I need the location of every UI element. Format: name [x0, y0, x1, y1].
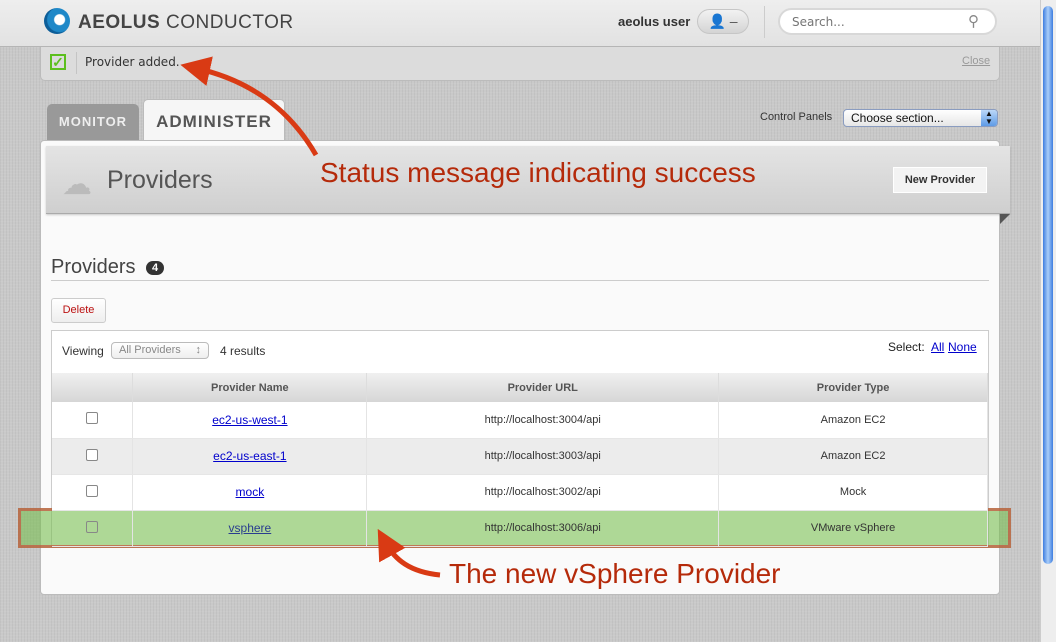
filter-select[interactable]: All Providers ↕ — [111, 342, 209, 359]
user-menu-button[interactable]: 👤 – — [697, 9, 749, 34]
table-header-row: Provider Name Provider URL Provider Type — [52, 373, 988, 402]
provider-url: http://localhost:3002/api — [366, 474, 720, 511]
provider-url: http://localhost:3003/api — [366, 438, 720, 475]
provider-link[interactable]: ec2-us-west-1 — [212, 413, 287, 427]
tab-monitor[interactable]: MONITOR — [47, 104, 139, 140]
table-row: vsphere http://localhost:3006/api VMware v… — [52, 510, 988, 547]
provider-link[interactable]: ec2-us-east-1 — [213, 449, 286, 463]
select-arrows-icon: ▲ ▼ — [981, 110, 997, 126]
control-panels-select[interactable]: Choose section... ▲ ▼ — [843, 109, 998, 127]
column-header-url[interactable]: Provider URL — [366, 373, 720, 402]
count-badge: 4 — [146, 261, 165, 275]
column-header-select — [52, 373, 134, 402]
select-all-link[interactable]: All — [931, 340, 944, 354]
close-link[interactable]: Close — [962, 55, 990, 67]
providers-table: Provider Name Provider URL Provider Type… — [52, 373, 988, 547]
row-checkbox[interactable] — [86, 484, 99, 497]
divider — [764, 6, 765, 38]
results-count: 4 results — [220, 344, 266, 358]
status-message: Provider added. — [85, 55, 180, 69]
provider-link[interactable]: vsphere — [229, 521, 272, 535]
column-header-type[interactable]: Provider Type — [718, 373, 988, 402]
brand-name: AEOLUS CONDUCTOR — [78, 12, 294, 33]
table-row: ec2-us-west-1 http://localhost:3004/api Am… — [52, 402, 988, 439]
chevron-down-icon: – — [729, 13, 738, 29]
provider-type: VMware vSphere — [718, 510, 988, 547]
provider-type: Amazon EC2 — [718, 402, 988, 439]
provider-type: Mock — [718, 474, 988, 511]
ribbon-fold — [1000, 214, 1010, 224]
provider-type: Amazon EC2 — [718, 438, 988, 475]
user-icon: 👤 — [708, 13, 726, 29]
section-title: Providers — [51, 256, 136, 278]
control-panels-label: Control Panels — [760, 111, 833, 123]
aeolus-logo[interactable] — [44, 8, 70, 34]
row-checkbox[interactable] — [86, 412, 99, 425]
divider — [76, 52, 77, 74]
search-icon[interactable]: ⚲ — [968, 12, 979, 30]
annotation-status: Status message indicating success — [320, 157, 756, 188]
status-message-bar — [40, 47, 1000, 81]
divider — [51, 280, 989, 281]
provider-url: http://localhost:3004/api — [366, 402, 720, 439]
select-arrows-icon: ↕ — [195, 344, 202, 356]
tab-administer[interactable]: ADMINISTER — [143, 99, 285, 143]
column-header-name[interactable]: Provider Name — [132, 373, 368, 402]
select-none-link[interactable]: None — [948, 340, 977, 354]
cloud-icon: ☁ — [62, 168, 92, 201]
user-name: aeolus user — [618, 14, 691, 29]
provider-link[interactable]: mock — [236, 485, 265, 499]
row-checkbox[interactable] — [86, 448, 99, 461]
page-title: Providers — [107, 166, 213, 194]
viewing-label: Viewing — [62, 344, 104, 358]
search-input[interactable] — [778, 8, 997, 35]
row-checkbox[interactable] — [86, 520, 99, 533]
new-provider-button[interactable]: New Provider — [893, 167, 987, 193]
annotation-new-provider: The new vSphere Provider — [449, 558, 781, 589]
table-row: ec2-us-east-1 http://localhost:3003/api Am… — [52, 438, 988, 475]
checkmark-icon: ✓ — [50, 54, 66, 70]
provider-url: http://localhost:3006/api — [366, 510, 720, 547]
table-row: mock http://localhost:3002/api Mock — [52, 474, 988, 511]
scrollbar-thumb[interactable] — [1043, 6, 1053, 564]
select-label: Select: — [888, 340, 925, 354]
delete-button[interactable]: Delete — [51, 298, 106, 323]
